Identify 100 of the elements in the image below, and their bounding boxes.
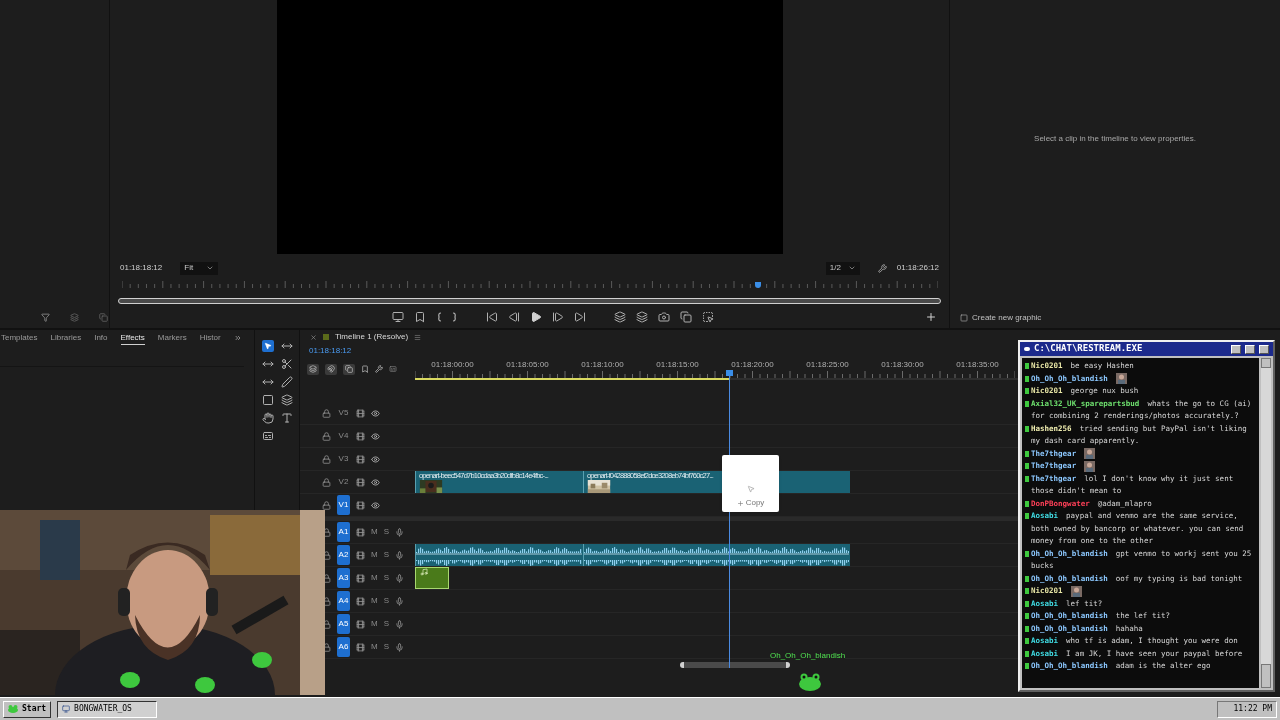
mute-button[interactable]: M [371,526,378,538]
microphone-icon[interactable] [395,642,404,652]
close-icon[interactable] [310,333,317,341]
wrench-icon[interactable] [375,365,383,373]
zoom-scroll-bar[interactable] [118,298,941,304]
selection-tool[interactable] [262,340,274,352]
close-button[interactable] [1259,344,1269,354]
lock-icon[interactable] [322,454,331,464]
sync-lock-icon[interactable] [356,431,365,441]
eye-icon[interactable] [371,477,380,487]
track-label[interactable]: V4 [337,426,350,446]
sync-lock-icon[interactable] [356,477,365,487]
chat-scroll-bar[interactable] [1261,358,1271,688]
maximize-button[interactable] [1245,344,1255,354]
solo-button[interactable]: S [383,572,389,584]
microphone-icon[interactable] [395,527,404,537]
marker-icon[interactable] [361,365,369,373]
minimize-button[interactable] [1231,344,1241,354]
track-label[interactable]: A6 [337,637,350,657]
track-label[interactable]: V5 [337,403,350,423]
sync-lock-icon[interactable] [356,619,365,629]
timeline-scroll-bar[interactable] [680,662,790,668]
lock-icon[interactable] [322,477,331,487]
go-to-out-icon[interactable] [573,311,586,323]
lock-icon[interactable] [322,596,331,606]
step-back-icon[interactable] [507,311,520,323]
microphone-icon[interactable] [395,573,404,583]
pen-icon[interactable] [280,376,293,388]
create-graphic-button[interactable]: Create new graphic [960,312,1042,324]
solo-button[interactable]: S [383,549,389,561]
microphone-icon[interactable] [395,619,404,629]
panel-tab[interactable]: Info [94,332,108,344]
track-label[interactable]: A3 [337,568,350,588]
sync-lock-icon[interactable] [356,642,365,652]
eye-icon[interactable] [371,500,380,510]
panel-tab[interactable]: Effects [120,331,145,345]
work-area-bar[interactable] [415,377,729,380]
menu-icon[interactable] [414,333,422,341]
mute-button[interactable]: M [371,572,378,584]
zoom-dropdown[interactable]: Fit [180,261,219,275]
solo-button[interactable]: S [383,595,389,607]
eye-icon[interactable] [371,431,380,441]
camera-icon[interactable] [657,311,670,323]
play-icon[interactable] [529,311,542,323]
panel-tab[interactable]: Templates [1,332,38,344]
nest-toggle[interactable] [307,363,319,375]
sync-lock-icon[interactable] [356,408,365,418]
track-label[interactable]: A2 [337,545,350,565]
lock-icon[interactable] [322,642,331,652]
lock-icon[interactable] [322,573,331,583]
track-label[interactable]: A1 [337,522,350,542]
track-label[interactable]: V3 [337,449,350,469]
sync-lock-icon[interactable] [356,573,365,583]
solo-button[interactable]: S [383,641,389,653]
mute-button[interactable]: M [371,549,378,561]
eye-icon[interactable] [371,454,380,464]
track-label[interactable]: A4 [337,591,350,611]
filter-icon[interactable] [41,313,50,322]
panel-tab[interactable]: Libraries [50,332,82,344]
go-to-in-icon[interactable] [485,311,498,323]
type-icon[interactable] [280,412,293,424]
microphone-icon[interactable] [395,550,404,560]
more-tabs-icon[interactable] [233,334,242,342]
microphone-icon[interactable] [395,596,404,606]
captions-icon[interactable] [262,430,274,442]
solo-button[interactable]: S [383,526,389,538]
lock-icon[interactable] [322,550,331,560]
eye-icon[interactable] [371,408,380,418]
snap-toggle[interactable] [325,363,337,375]
solo-button[interactable]: S [383,618,389,630]
sync-lock-icon[interactable] [356,596,365,606]
step-forward-icon[interactable] [551,311,564,323]
sync-lock-icon[interactable] [356,454,365,464]
sync-lock-icon[interactable] [356,550,365,560]
lock-icon[interactable] [322,527,331,537]
mute-button[interactable]: M [371,641,378,653]
mark-out-icon[interactable] [451,312,458,322]
sync-lock-icon[interactable] [356,500,365,510]
lock-icon[interactable] [322,431,331,441]
timeline-tab[interactable]: Timeline 1 (Resolve) [335,331,409,343]
razor-icon[interactable] [280,358,293,370]
lock-icon[interactable] [322,619,331,629]
mute-button[interactable]: M [371,595,378,607]
hand-icon[interactable] [262,412,274,424]
mark-in-icon[interactable] [435,312,442,322]
linked-selection-toggle[interactable] [343,363,355,375]
playhead-marker[interactable] [755,282,762,288]
track-label[interactable]: A5 [337,614,350,634]
panel-tab[interactable]: Histor [199,332,221,344]
sync-lock-icon[interactable] [356,527,365,537]
track-label[interactable]: V1 [337,495,350,515]
lock-icon[interactable] [322,408,331,418]
panel-tab[interactable]: Markers [157,332,187,344]
track-label[interactable]: V2 [337,472,350,492]
mute-button[interactable]: M [371,618,378,630]
rectangle-icon[interactable] [262,394,274,406]
add-marker-icon[interactable] [413,311,426,323]
taskbar-task[interactable]: BONGWATER_OS [57,700,158,718]
wrench-icon[interactable] [877,263,887,273]
resolution-dropdown[interactable]: 1/2 [825,261,860,275]
